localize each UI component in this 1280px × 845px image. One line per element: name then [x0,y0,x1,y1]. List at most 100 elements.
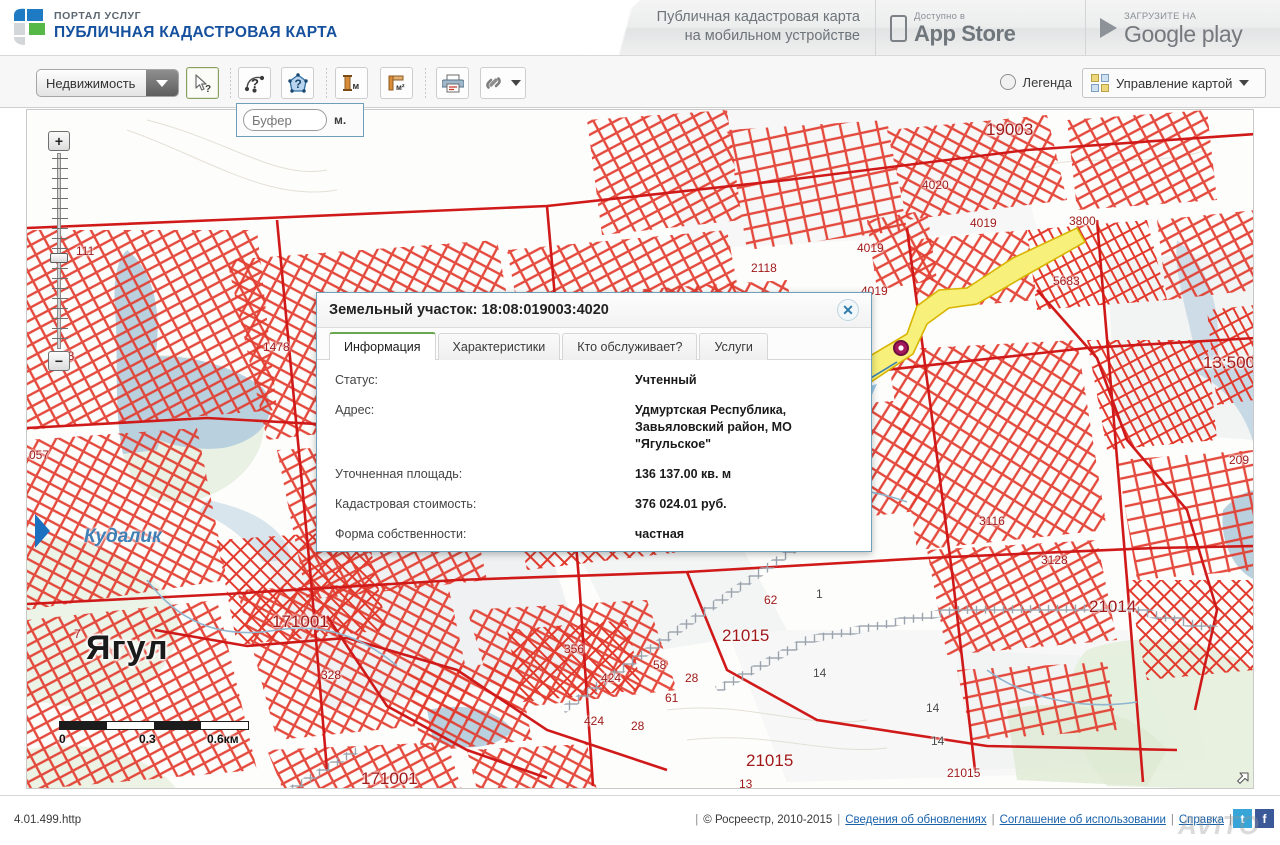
zoom-tick [52,288,68,289]
zoom-tick [52,228,68,229]
link-tool[interactable] [480,67,526,99]
mobile-promo-line1: Публичная кадастровая карта [656,9,860,25]
info-row: Статус: Учтенный [317,372,871,389]
copyright-label: © Росреестр, 2010-2015 [703,814,833,826]
measure-length-tool[interactable]: м [335,67,368,99]
parcel-info-popup[interactable]: Земельный участок: 18:08:019003:4020 ✕ И… [316,292,872,552]
scale-bar-segments [59,721,249,730]
info-row-key: Кадастровая стоимость: [335,497,477,511]
cursor-question-icon: ? [195,73,211,94]
zoom-tick [52,298,68,299]
zoom-slider-track[interactable] [52,153,68,349]
link-help[interactable]: Справка [1179,814,1224,826]
svg-text:?: ? [294,77,301,91]
mobile-phone-icon [890,14,907,42]
zoom-in-button[interactable]: + [48,131,70,151]
zoom-tick [52,208,68,209]
footer-links: | © Росреестр, 2010-2015 | Сведения об о… [695,814,1232,826]
scale-tick-end: 0.6км [207,732,239,746]
print-tool[interactable] [436,67,469,99]
footer-sep: | [991,814,995,826]
info-row-key: Адрес: [335,403,375,417]
info-row: Адрес: Удмуртская Республика, Завьяловски… [317,402,871,453]
polygon-info-tool[interactable]: ? [281,67,314,99]
ruler-meters-icon: м [342,74,359,91]
resize-corner-icon[interactable] [1235,770,1251,786]
popup-tab-bar[interactable]: Информация Характеристики Кто обслуживает?… [317,328,871,360]
svg-text:м²: м² [396,83,405,92]
chevron-down-icon[interactable] [511,80,521,86]
zoom-tick [52,268,68,269]
legend-label: Легенда [1022,74,1072,90]
info-row-value: 136 137.00 кв. м [635,467,732,481]
info-row-key: Статус: [335,373,378,387]
legend-checkbox[interactable]: Легенда [999,74,1072,90]
ruler-area-icon: м² [388,75,405,92]
polyline-info-tool[interactable]: ? [238,67,271,99]
chevron-down-icon[interactable] [146,70,178,96]
zoom-tick [52,328,68,329]
layers-grid-icon [1091,74,1109,92]
google-play-badge[interactable]: ЗАГРУЗИТЕ НА Google play [1085,0,1280,55]
zoom-tick [52,188,68,189]
link-agreement[interactable]: Соглашение об использовании [1000,814,1166,826]
footer-sep: | [1229,814,1232,826]
popup-tab-3[interactable]: Кто обслуживает? [562,333,698,360]
app-version-label: 4.01.499.http [14,814,82,826]
map-manage-label: Управление картой [1116,75,1233,91]
legend-checkbox-box[interactable] [999,74,1016,90]
info-row-key: Уточненная площадь: [335,467,463,481]
scale-bar-labels: 0 0.3 0.6км [59,732,269,748]
buffer-popup: м. [236,103,364,137]
zoom-tick [52,248,68,249]
zoom-tick [52,238,68,239]
app-store-badge[interactable]: Доступно в App Store [875,0,1075,55]
object-type-select[interactable]: Недвижимость [36,69,179,97]
svg-text:м: м [352,81,359,91]
google-play-main: Google play [1124,20,1243,47]
zoom-tick [52,218,68,219]
footer-sep: | [695,814,699,826]
zoom-tick [52,318,68,319]
footer-sep: | [1170,814,1174,826]
logo-text-block[interactable]: ПОРТАЛ УСЛУГ ПУБЛИЧНАЯ КАДАСТРОВАЯ КАРТА [54,10,337,42]
info-row-value: Учтенный [635,373,697,387]
portal-subtitle: ПОРТАЛ УСЛУГ [54,10,142,22]
link-updates[interactable]: Сведения об обновлениях [845,814,986,826]
zoom-out-button[interactable]: − [48,351,70,371]
portal-title: ПУБЛИЧНАЯ КАДАСТРОВАЯ КАРТА [54,24,338,41]
facebook-icon[interactable]: f [1255,809,1274,828]
map-manage-button[interactable]: Управление картой [1082,68,1266,98]
select-info-tool[interactable]: ? [186,67,219,99]
buffer-unit-label: м. [334,113,347,127]
zoom-slider-control[interactable]: + − [48,131,74,371]
zoom-tick [52,278,68,279]
zoom-slider-handle[interactable] [50,253,68,264]
mobile-promo-line2: на мобильном устройстве [684,28,860,44]
mobile-promo-text: Публичная кадастровая карта на мобильном… [570,8,860,46]
expand-right-arrow-icon[interactable] [35,514,50,548]
object-type-select-value: Недвижимость [46,75,136,91]
footer-sep: | [837,814,841,826]
popup-tab-4[interactable]: Услуги [699,333,768,360]
scale-tick-mid: 0.3 [139,732,156,746]
twitter-icon[interactable]: t [1233,809,1252,828]
close-x-icon[interactable]: ✕ [837,299,859,321]
zoom-tick [52,338,68,339]
measure-area-tool[interactable]: м² [380,67,413,99]
chevron-down-icon[interactable] [1239,80,1250,86]
chain-link-icon [486,77,501,89]
popup-info-body: Статус: Учтенный Адрес: Удмуртская Республи… [317,360,871,551]
social-links[interactable]: t f [1233,809,1274,828]
info-row-key: Форма собственности: [335,527,467,541]
popup-tab-2[interactable]: Характеристики [437,333,561,360]
buffer-input[interactable] [243,109,327,131]
zoom-tick [52,308,68,309]
popup-tab-1[interactable]: Информация [329,332,436,360]
zoom-tick [52,168,68,169]
svg-text:?: ? [205,84,211,94]
info-row-value: Удмуртская Республика, Завьяловский райо… [635,403,792,451]
app-store-main: App Store [914,20,1016,46]
zoom-tick [52,178,68,179]
printer-icon [441,74,464,93]
